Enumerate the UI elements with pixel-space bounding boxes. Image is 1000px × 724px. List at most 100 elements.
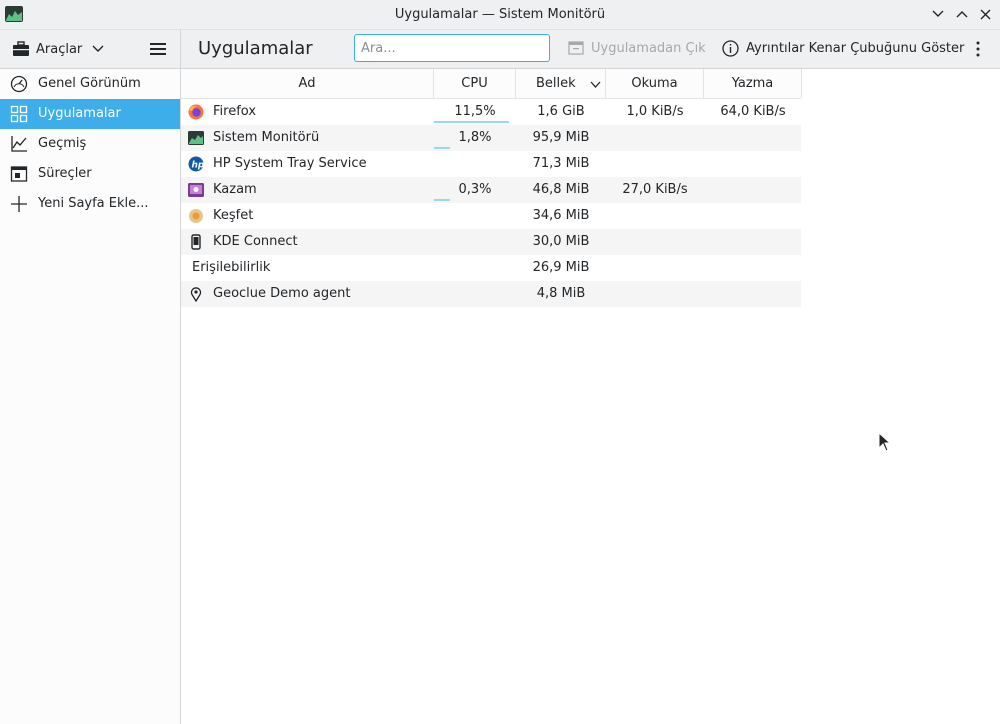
memory-value: 26,9 MiB [532, 260, 590, 275]
sort-descending-icon [590, 81, 601, 88]
write-value [704, 151, 802, 177]
chevron-down-icon [932, 10, 944, 17]
sidebar-item-add-page[interactable]: Yeni Sayfa Ekle... [0, 189, 180, 219]
table-row[interactable]: KDE Connect 30,0 MiB [181, 229, 801, 255]
column-header-cpu[interactable]: CPU [434, 69, 516, 98]
read-value [606, 281, 704, 307]
write-value [704, 177, 802, 203]
write-value [704, 203, 802, 229]
app-name: HP System Tray Service [213, 156, 367, 171]
system-monitor-icon [188, 131, 204, 145]
memory-value: 30,0 MiB [532, 234, 590, 249]
column-header-write[interactable]: Yazma [704, 69, 802, 98]
read-value [606, 125, 704, 151]
show-details-sidebar-button[interactable]: Ayrıntılar Kenar Çubuğunu Göster [722, 40, 964, 57]
chevron-up-icon [956, 11, 968, 18]
table-row[interactable]: Erişilebilirlik 26,9 MiB [181, 255, 801, 281]
sidebar-item-label: Uygulamalar [38, 106, 121, 121]
app-name: KDE Connect [213, 234, 298, 249]
app-name: Firefox [213, 104, 257, 119]
location-icon [190, 287, 202, 302]
hp-icon: hp [188, 156, 204, 172]
sidebar: Genel Görünüm Uygulamalar Geçmiş Süreçle… [0, 69, 180, 724]
cpu-usage-bar [434, 199, 450, 201]
memory-value: 34,6 MiB [532, 208, 590, 223]
sidebar-item-history[interactable]: Geçmiş [0, 129, 180, 159]
window-close-icon [568, 41, 584, 55]
maximize-button[interactable] [953, 5, 971, 23]
mouse-cursor-icon [878, 432, 892, 452]
cpu-usage-bar [434, 147, 450, 149]
sidebar-item-overview[interactable]: Genel Görünüm [0, 69, 180, 99]
quit-application-label: Uygulamadan Çık [591, 40, 706, 56]
write-value [704, 281, 802, 307]
chart-icon [11, 136, 27, 152]
cpu-value [434, 255, 516, 281]
cpu-value [434, 229, 516, 255]
table-row[interactable]: Sistem Monitörü 1,8% 95,9 MiB [181, 125, 801, 151]
write-value [704, 229, 802, 255]
read-value [606, 255, 704, 281]
app-name: Kazam [213, 182, 257, 197]
plus-icon [11, 196, 27, 212]
read-value: 27,0 KiB/s [622, 182, 688, 197]
window-title: Uygulamalar — Sistem Monitörü [394, 7, 606, 22]
sidebar-item-label: Genel Görünüm [38, 76, 141, 91]
search-input[interactable] [354, 34, 550, 62]
cpu-value [434, 151, 516, 177]
close-icon [980, 9, 990, 19]
toolbox-icon [13, 41, 29, 56]
cpu-value [434, 203, 516, 229]
title-bar: Uygulamalar — Sistem Monitörü [0, 0, 1000, 30]
column-header-read[interactable]: Okuma [606, 69, 704, 98]
app-name: Keşfet [213, 208, 254, 223]
firefox-icon [188, 104, 204, 120]
toolbar: Araçlar Uygulamalar Uygulamadan Çık Ayrı… [0, 30, 1000, 69]
sidebar-item-label: Yeni Sayfa Ekle... [38, 196, 149, 211]
kde-connect-icon [191, 234, 201, 250]
memory-value: 1,6 GiB [537, 104, 585, 119]
app-name: Erişilebilirlik [192, 260, 271, 275]
sidebar-item-processes[interactable]: Süreçler [0, 159, 180, 189]
write-value [704, 125, 802, 151]
applications-table: Ad CPU Bellek Okuma Yazma Firefox 11,5% … [181, 69, 1000, 724]
cpu-value [434, 281, 516, 307]
memory-value: 71,3 MiB [532, 156, 590, 171]
hamburger-menu-icon[interactable] [149, 40, 167, 58]
column-header-memory-label: Bellek [536, 76, 576, 91]
info-icon [722, 40, 739, 57]
table-row[interactable]: Geoclue Demo agent 4,8 MiB [181, 281, 801, 307]
read-value [606, 151, 704, 177]
table-row[interactable]: Firefox 11,5% 1,6 GiB 1,0 KiB/s 64,0 KiB… [181, 99, 801, 125]
minimize-button[interactable] [929, 5, 947, 23]
sidebar-item-label: Süreçler [38, 166, 92, 181]
write-value [704, 255, 802, 281]
more-options-icon[interactable] [970, 40, 986, 58]
column-header-memory[interactable]: Bellek [516, 69, 606, 98]
sidebar-item-label: Geçmiş [38, 136, 87, 151]
table-row[interactable]: hp HP System Tray Service 71,3 MiB [181, 151, 801, 177]
memory-value: 95,9 MiB [532, 130, 590, 145]
table-row[interactable]: Keşfet 34,6 MiB [181, 203, 801, 229]
read-value [606, 229, 704, 255]
page-title: Uygulamalar [198, 38, 313, 59]
read-value: 1,0 KiB/s [626, 104, 684, 119]
memory-value: 46,8 MiB [532, 182, 590, 197]
close-button[interactable] [976, 5, 994, 23]
memory-value: 4,8 MiB [536, 286, 586, 301]
kazam-icon [188, 183, 204, 197]
gauge-icon [10, 75, 28, 93]
app-name: Sistem Monitörü [213, 130, 320, 145]
table-row[interactable]: Kazam 0,3% 46,8 MiB 27,0 KiB/s [181, 177, 801, 203]
sidebar-item-applications[interactable]: Uygulamalar [0, 99, 180, 129]
quit-application-button[interactable]: Uygulamadan Çık [568, 40, 706, 56]
column-header-name[interactable]: Ad [181, 69, 434, 98]
read-value [606, 203, 704, 229]
tools-menu-button[interactable]: Araçlar [12, 38, 104, 60]
discover-icon [189, 209, 203, 223]
svg-text:hp: hp [192, 161, 205, 171]
app-name: Geoclue Demo agent [213, 286, 351, 301]
window-icon [10, 166, 28, 182]
table-header: Ad CPU Bellek Okuma Yazma [181, 69, 802, 99]
tools-menu-label: Araçlar [36, 41, 83, 57]
